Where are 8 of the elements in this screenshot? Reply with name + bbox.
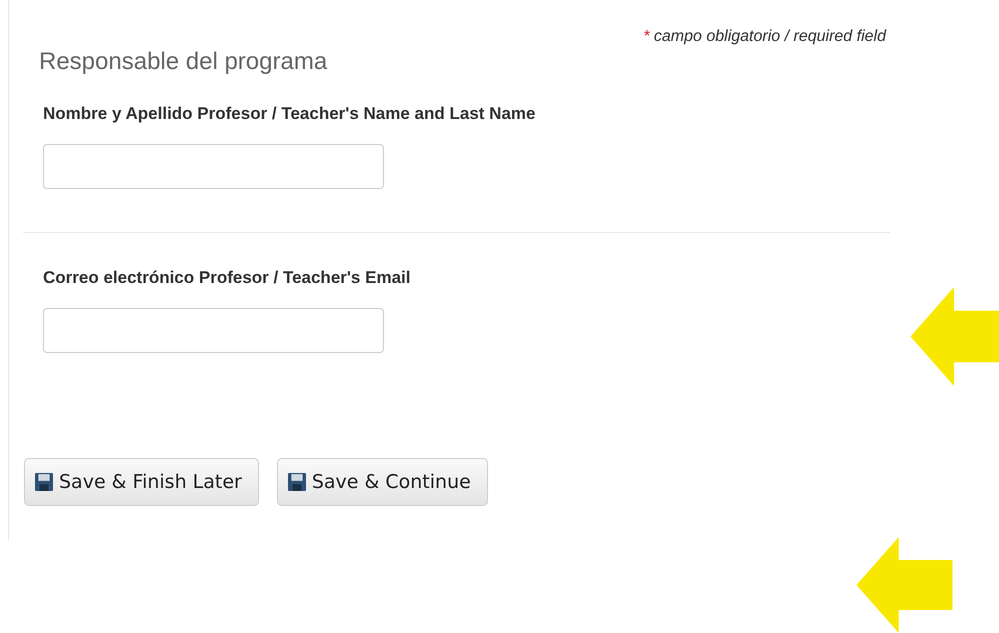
input-field[interactable] [43,308,384,353]
field-label: Nombre y Apellido Profesor / Teacher's Name and Last Name [43,104,536,124]
save-button[interactable]: Save & Finish Later [24,458,259,506]
field-label: Correo electrónico Profesor / Teacher's Email [43,268,412,288]
section-title: Responsable del programa [39,48,328,76]
input-field[interactable] [43,144,384,189]
save-button[interactable]: Save & Continue [276,458,488,506]
required-note: * campo obligatorio / required field [643,28,886,46]
